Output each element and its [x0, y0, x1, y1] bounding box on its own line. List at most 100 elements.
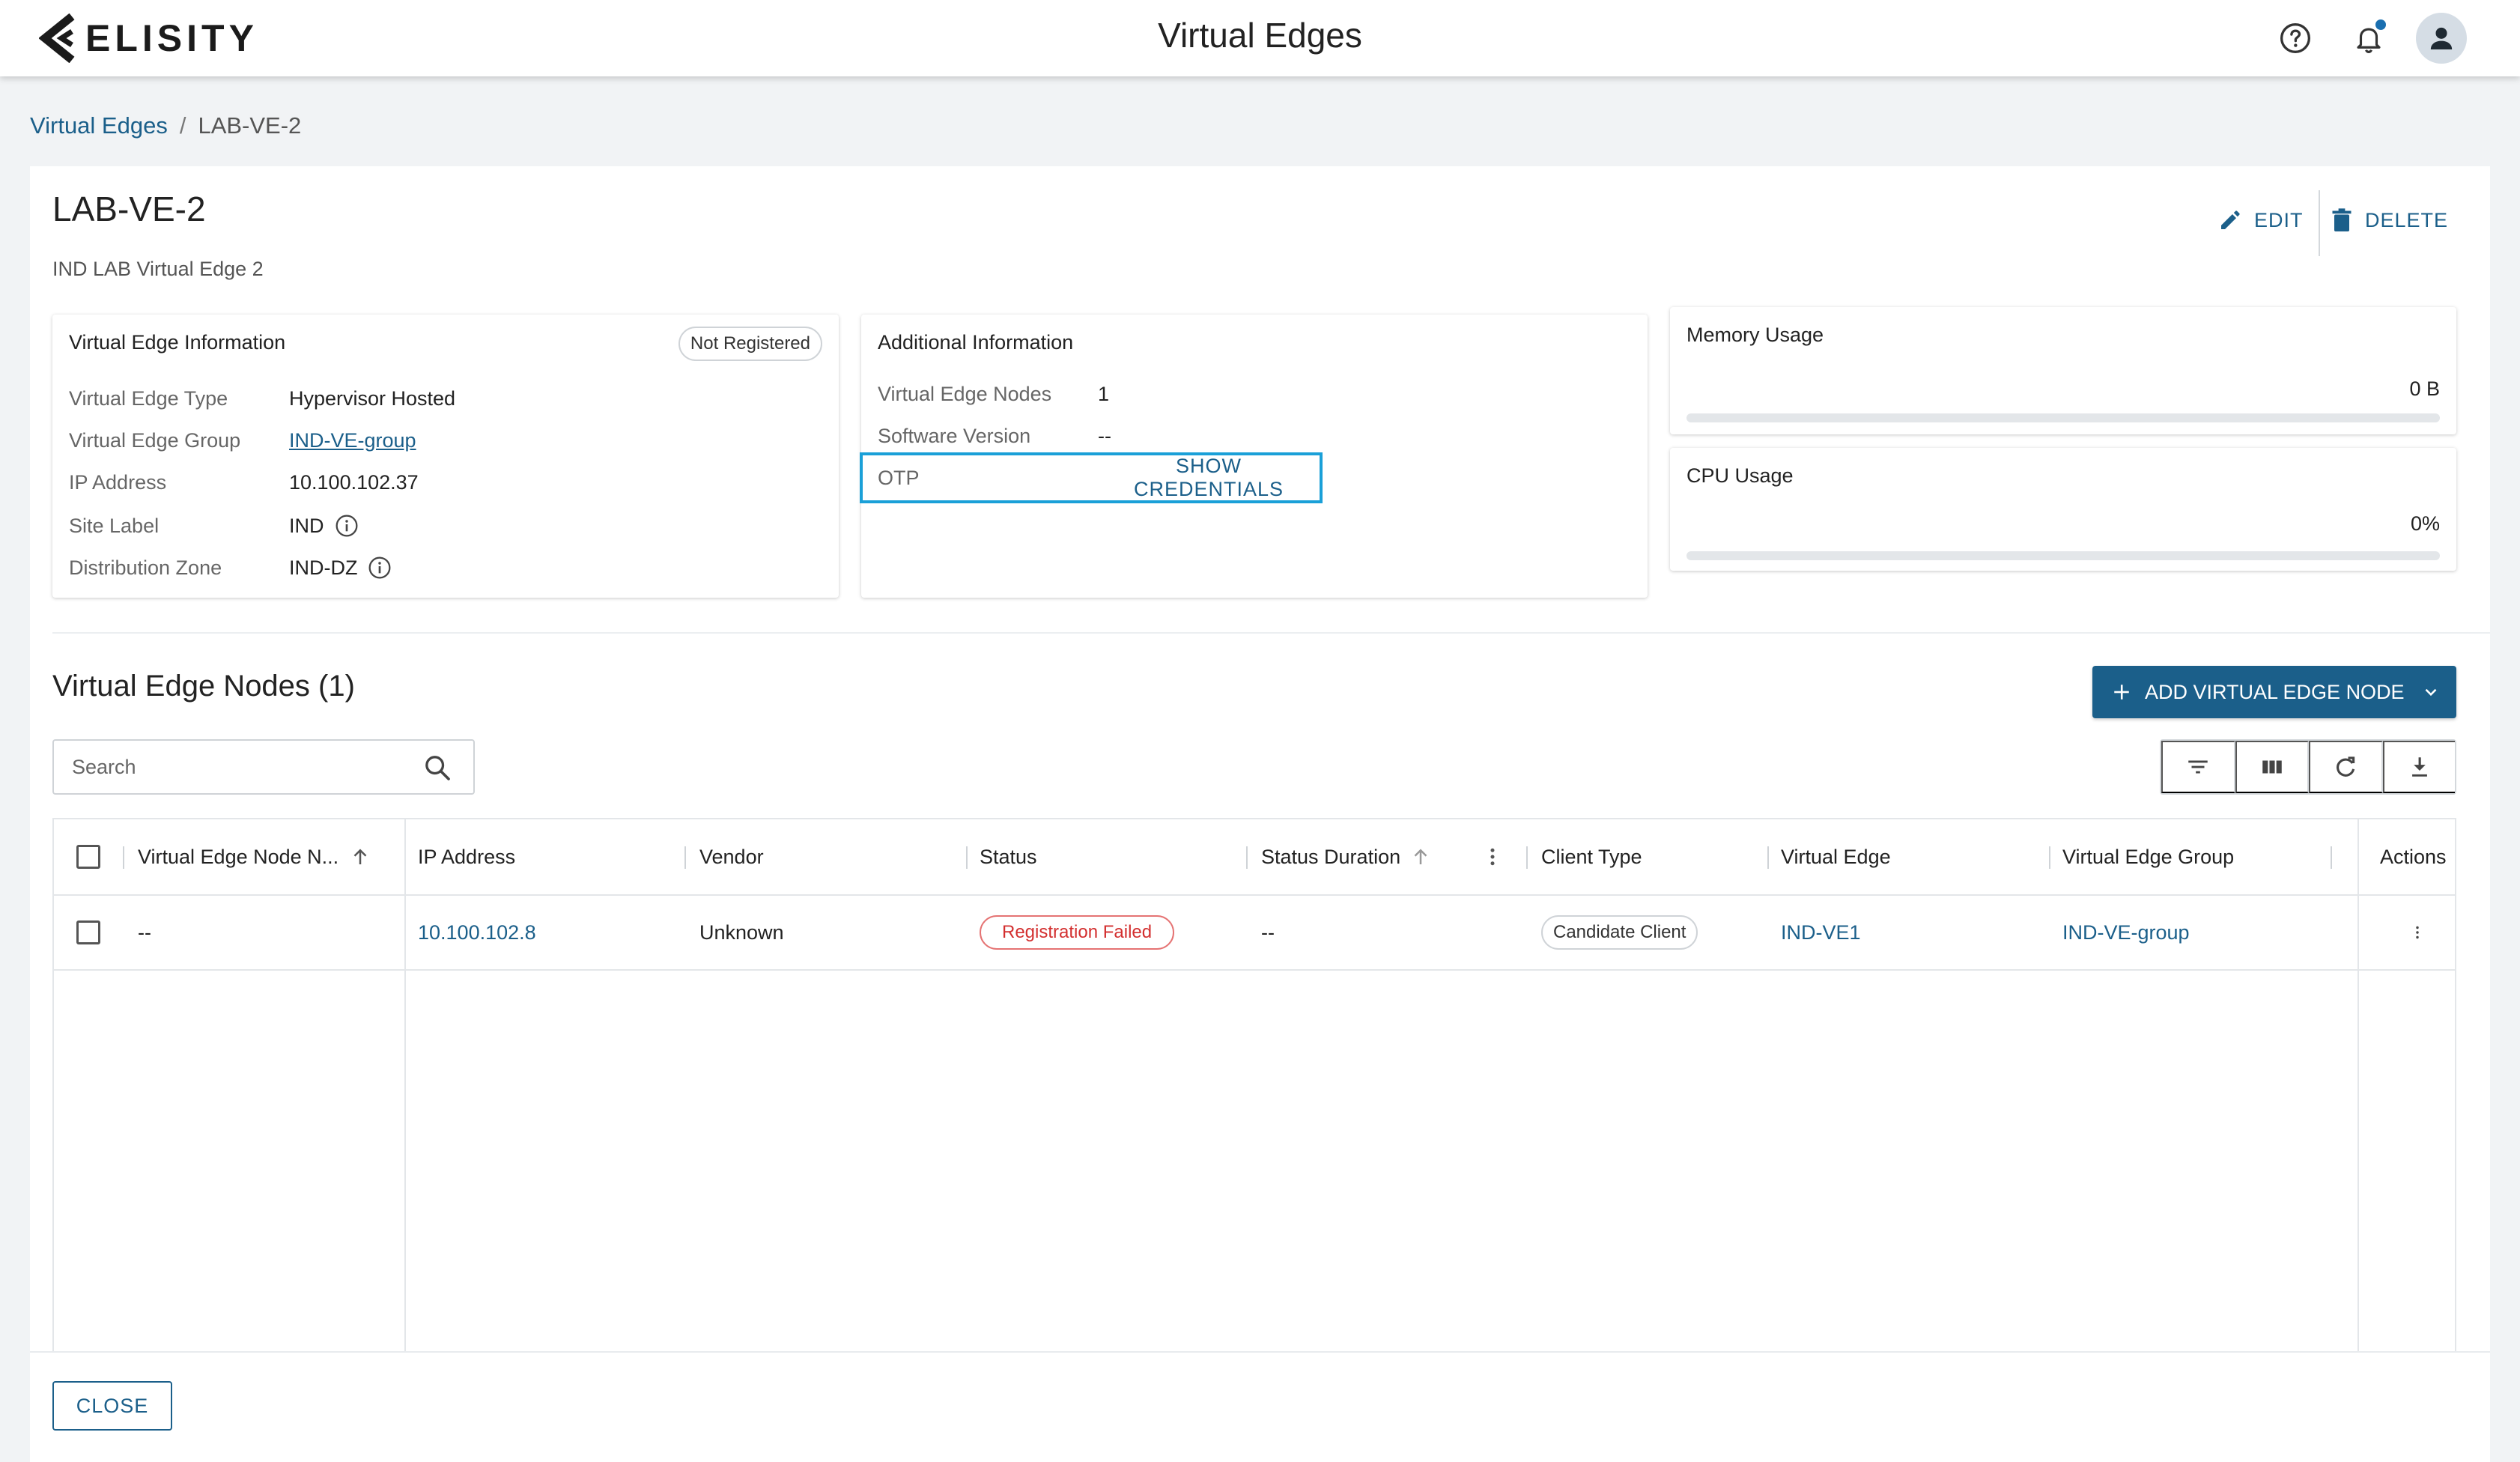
col-header-virtual-edge-group[interactable]: Virtual Edge Group — [2062, 819, 2234, 894]
ve-ip-value: 10.100.102.37 — [289, 470, 419, 494]
cell-node-name: -- — [138, 920, 151, 944]
sort-arrow-up-icon — [1414, 849, 1427, 864]
cell-vendor: Unknown — [699, 920, 784, 944]
column-separator — [966, 846, 968, 869]
filter-button[interactable] — [2161, 741, 2235, 793]
status-badge: Registration Failed — [980, 915, 1175, 950]
show-credentials-button[interactable]: SHOW CREDENTIALS — [1098, 455, 1320, 501]
notification-dot — [2375, 19, 2386, 30]
cpu-usage-card: CPU Usage 0% — [1670, 448, 2456, 571]
ve-group-label: Virtual Edge Group — [69, 428, 241, 452]
client-type-badge: Candidate Client — [1541, 915, 1698, 950]
search-box — [52, 739, 475, 795]
search-icon[interactable] — [422, 753, 452, 783]
software-version-value: -- — [1098, 424, 1111, 447]
otp-label: OTP — [878, 466, 920, 489]
site-label-label: Site Label — [69, 514, 160, 537]
col-header-node-name-label: Virtual Edge Node N... — [138, 845, 339, 868]
row-select-cell — [76, 896, 100, 969]
download-icon — [2411, 757, 2427, 777]
column-menu-icon[interactable] — [1484, 819, 1501, 894]
user-avatar[interactable] — [2416, 13, 2467, 64]
help-button[interactable] — [2274, 16, 2317, 60]
distribution-zone-value: IND-DZ — [289, 556, 392, 580]
ve-group-row: Virtual Edge Group IND-VE-group — [69, 425, 416, 455]
cpu-usage-value: 0% — [2410, 512, 2440, 535]
col-header-actions: Actions — [2380, 845, 2447, 868]
refresh-button[interactable] — [2309, 741, 2383, 793]
col-header-vendor[interactable]: Vendor — [699, 819, 764, 894]
column-separator — [2049, 846, 2050, 869]
breadcrumb-virtual-edges[interactable]: Virtual Edges — [30, 112, 168, 139]
cell-virtual-edge-group-link[interactable]: IND-VE-group — [2062, 896, 2190, 969]
software-version-row: Software Version -- — [878, 421, 1111, 451]
memory-usage-card: Memory Usage 0 B — [1670, 307, 2456, 434]
brand-logo[interactable]: ELISITY — [39, 13, 258, 63]
edit-label: EDIT — [2254, 208, 2304, 231]
additional-info-card: Additional Information Virtual Edge Node… — [860, 315, 1648, 598]
distribution-zone-row: Distribution Zone IND-DZ — [69, 553, 392, 583]
col-header-status-duration-label: Status Duration — [1261, 845, 1401, 868]
breadcrumb-current: LAB-VE-2 — [198, 112, 302, 139]
software-version-label: Software Version — [878, 424, 1031, 447]
close-button[interactable]: CLOSE — [52, 1381, 172, 1431]
nodes-section-title: Virtual Edge Nodes (1) — [52, 670, 355, 703]
site-label-text: IND — [289, 514, 324, 537]
registration-badge: Not Registered — [678, 327, 822, 361]
row-checkbox[interactable] — [76, 920, 100, 944]
virtual-edge-info-card: Virtual Edge Information Not Registered … — [52, 315, 839, 598]
col-header-node-name[interactable]: Virtual Edge Node N... — [138, 819, 371, 894]
distribution-zone-info-icon[interactable] — [368, 556, 392, 580]
col-header-client-type[interactable]: Client Type — [1541, 819, 1642, 894]
action-divider — [2319, 190, 2320, 256]
cell-status: Registration Failed — [980, 896, 1175, 969]
column-separator — [1526, 846, 1528, 869]
edit-button[interactable]: EDIT — [2218, 199, 2304, 241]
select-all-checkbox[interactable] — [76, 845, 100, 869]
cpu-usage-bar — [1686, 551, 2440, 560]
row-actions-menu[interactable] — [2380, 896, 2455, 969]
site-label-row: Site Label IND — [69, 511, 359, 541]
plus-icon — [2112, 682, 2131, 702]
col-header-ip-address[interactable]: IP Address — [418, 819, 515, 894]
cell-client-type: Candidate Client — [1541, 896, 1698, 969]
grid-toolbar — [2160, 739, 2456, 795]
column-separator — [123, 846, 124, 869]
cell-status-duration: -- — [1261, 920, 1275, 944]
pencil-icon — [2221, 210, 2240, 229]
add-virtual-edge-node-button[interactable]: ADD VIRTUAL EDGE NODE — [2092, 666, 2456, 718]
sort-arrow-up-icon — [353, 849, 367, 864]
delete-button[interactable]: DELETE — [2331, 199, 2448, 241]
table-row[interactable]: -- 10.100.102.8 Unknown Registration Fai… — [54, 896, 2455, 971]
ve-nodes-label: Virtual Edge Nodes — [878, 382, 1052, 405]
download-button[interactable] — [2382, 741, 2455, 793]
user-icon — [2430, 27, 2453, 49]
page-description: IND LAB Virtual Edge 2 — [52, 258, 264, 280]
cell-virtual-edge-link[interactable]: IND-VE1 — [1781, 896, 1861, 969]
site-label-value: IND — [289, 514, 359, 538]
ve-type-row: Virtual Edge Type Hypervisor Hosted — [69, 383, 455, 413]
distribution-zone-label: Distribution Zone — [69, 556, 222, 579]
site-label-info-icon[interactable] — [335, 514, 359, 538]
col-header-status[interactable]: Status — [980, 819, 1037, 894]
breadcrumb: Virtual Edges / LAB-VE-2 — [30, 112, 301, 139]
cell-ip-address-link[interactable]: 10.100.102.8 — [418, 896, 536, 969]
columns-button[interactable] — [2235, 741, 2309, 793]
col-header-status-duration[interactable]: Status Duration — [1261, 819, 1432, 894]
column-separator — [1246, 846, 1248, 869]
search-input[interactable] — [70, 750, 415, 784]
memory-usage-bar — [1686, 413, 2440, 422]
ve-type-label: Virtual Edge Type — [69, 386, 228, 410]
ve-info-title: Virtual Edge Information — [69, 331, 286, 354]
column-separator — [1767, 846, 1769, 869]
trash-icon — [2332, 208, 2352, 231]
table-header: Virtual Edge Node N... IP Address Vendor… — [54, 819, 2455, 896]
notifications-button[interactable] — [2347, 16, 2390, 60]
col-header-virtual-edge[interactable]: Virtual Edge — [1781, 819, 1891, 894]
ve-group-link[interactable]: IND-VE-group — [289, 429, 416, 452]
more-vertical-icon — [2416, 926, 2419, 939]
nodes-table: Virtual Edge Node N... IP Address Vendor… — [52, 818, 2456, 1351]
help-icon — [2280, 23, 2310, 53]
additional-info-title: Additional Information — [878, 331, 1074, 354]
delete-label: DELETE — [2365, 208, 2449, 231]
